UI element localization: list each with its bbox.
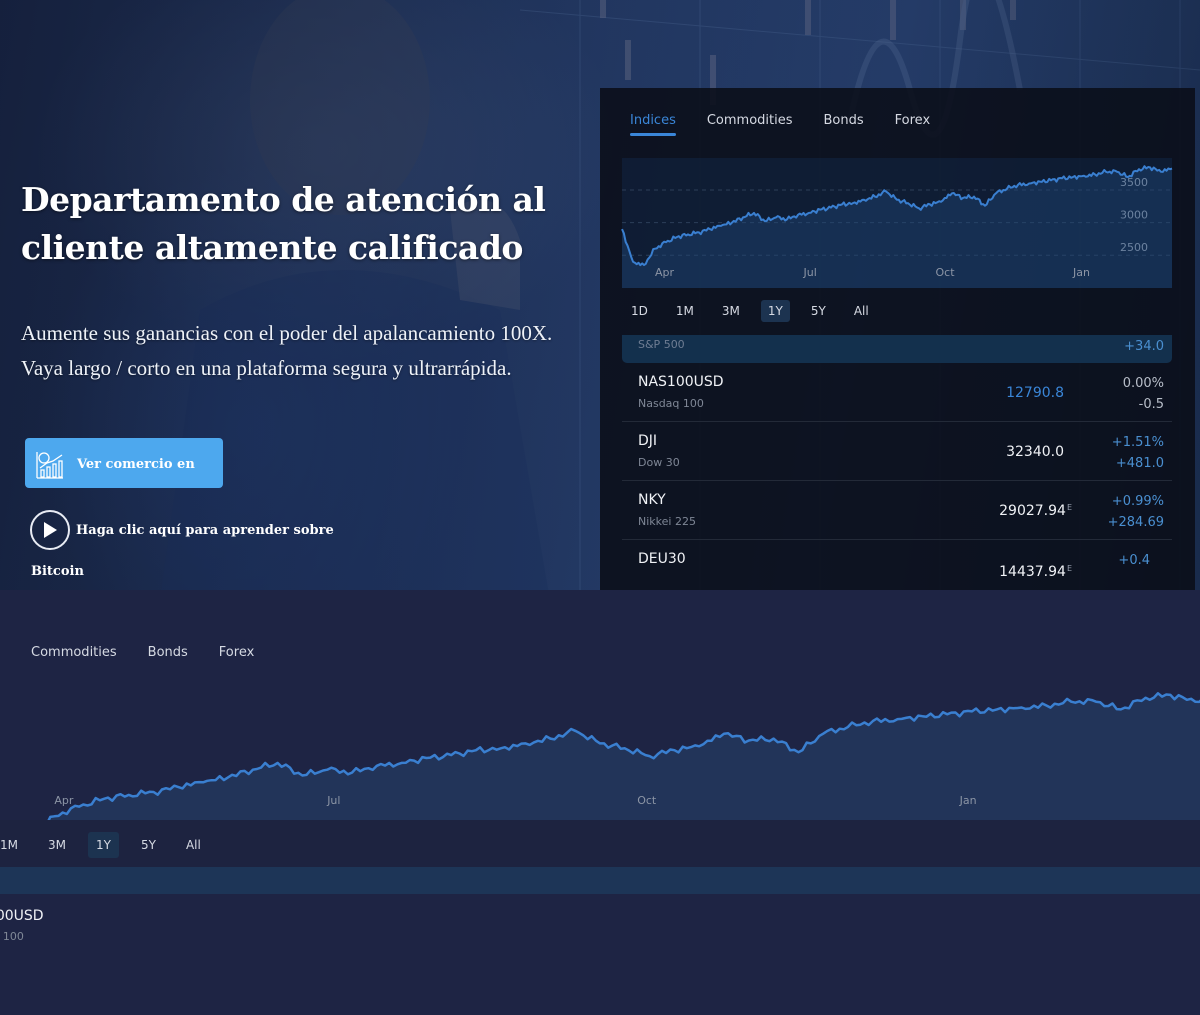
range-1d[interactable]: 1D bbox=[624, 300, 655, 322]
range-selector: 1M 3M 1Y 5Y All bbox=[0, 832, 223, 858]
range-3m[interactable]: 3M bbox=[715, 300, 747, 322]
symbol-name: Nasdaq 100 bbox=[0, 930, 24, 943]
range-5y[interactable]: 5Y bbox=[804, 300, 833, 322]
symbol-row-selected[interactable] bbox=[0, 867, 1200, 894]
range-1m[interactable]: 1M bbox=[669, 300, 701, 322]
tab-commodities[interactable]: Commodities bbox=[31, 645, 117, 660]
symbol-price: 12790.8 bbox=[1006, 385, 1064, 401]
x-tick-label: Apr bbox=[54, 794, 74, 807]
symbol-ticker: NAS100USD bbox=[638, 374, 724, 390]
symbol-name: S&P 500 bbox=[638, 338, 685, 351]
symbol-row-selected[interactable]: S&P 500 +34.0 bbox=[622, 335, 1172, 363]
symbol-change: +481.0 bbox=[1115, 456, 1164, 471]
symbol-price: 29027.94E bbox=[999, 503, 1072, 519]
x-tick-label: Oct bbox=[936, 266, 956, 279]
x-tick-label: Oct bbox=[637, 794, 657, 807]
x-tick-label: Jul bbox=[326, 794, 340, 807]
range-5y[interactable]: 5Y bbox=[133, 832, 164, 858]
x-tick-label: Jul bbox=[803, 266, 817, 279]
tab-forex[interactable]: Forex bbox=[219, 645, 255, 660]
hero-section: Departamento de atención al cliente alta… bbox=[0, 0, 1200, 590]
market-overview-widget: Indices Commodities Bonds Forex 25003000… bbox=[600, 88, 1195, 590]
tab-commodities[interactable]: Commodities bbox=[707, 113, 793, 128]
symbol-row[interactable]: DEU30 14437.94E +0.4 bbox=[622, 540, 1172, 590]
symbol-ticker: NKY bbox=[638, 492, 666, 508]
growth-chart-icon bbox=[36, 452, 63, 479]
hero-title: Departamento de atención al cliente alta… bbox=[21, 180, 546, 267]
symbol-ticker: NAS100USD bbox=[0, 908, 44, 924]
range-3m[interactable]: 3M bbox=[40, 832, 74, 858]
symbol-list: NAS100USD Nasdaq 100 bbox=[0, 867, 1200, 1015]
symbol-percent: +0.4 bbox=[1118, 553, 1150, 568]
symbol-ticker: DEU30 bbox=[638, 551, 686, 567]
play-icon bbox=[44, 522, 57, 538]
hero-subtitle: Aumente sus ganancias con el poder del a… bbox=[21, 321, 553, 380]
range-selector: 1D 1M 3M 1Y 5Y All bbox=[624, 300, 890, 322]
live-trading-button-label: Ver comercio en vivo bbox=[77, 457, 195, 488]
area-fill bbox=[0, 693, 1200, 841]
market-tabs: Indices Commodities Bonds Forex bbox=[0, 645, 285, 660]
chart-svg: Apr Jul Oct Jan bbox=[0, 692, 1200, 843]
learn-bitcoin-sublabel: Bitcoin bbox=[31, 564, 84, 579]
learn-bitcoin-video-link[interactable]: Haga clic aquí para aprender sobre bbox=[30, 510, 334, 550]
symbol-row[interactable]: NKY Nikkei 225 29027.94E +0.99% +284.69 bbox=[622, 481, 1172, 540]
tab-bonds[interactable]: Bonds bbox=[824, 113, 864, 128]
price-suffix: E bbox=[1066, 564, 1072, 573]
range-1m[interactable]: 1M bbox=[0, 832, 26, 858]
live-trading-button[interactable]: Ver comercio en vivo bbox=[25, 438, 223, 488]
range-1y[interactable]: 1Y bbox=[760, 300, 790, 322]
symbol-percent: +1.51% bbox=[1111, 435, 1164, 450]
range-all[interactable]: All bbox=[847, 300, 876, 322]
symbol-list: S&P 500 +34.0 NAS100USD Nasdaq 100 12790… bbox=[622, 335, 1172, 590]
symbol-name: Nikkei 225 bbox=[638, 515, 696, 528]
symbol-change: +34.0 bbox=[1124, 339, 1164, 354]
symbol-percent: +0.99% bbox=[1111, 494, 1164, 509]
symbol-name: Nasdaq 100 bbox=[638, 397, 704, 410]
learn-bitcoin-label: Haga clic aquí para aprender sobre bbox=[76, 522, 334, 538]
price-suffix: E bbox=[1066, 503, 1072, 512]
chart-svg: 250030003500AprJulOctJan bbox=[621, 165, 1173, 288]
market-overview-widget-large: Indices Commodities Bonds Forex Apr Jul Oc… bbox=[0, 590, 1200, 1015]
tab-forex[interactable]: Forex bbox=[895, 113, 931, 128]
market-tabs: Indices Commodities Bonds Forex bbox=[630, 113, 961, 136]
symbol-name: Dow 30 bbox=[638, 456, 680, 469]
symbol-row[interactable]: DJI Dow 30 32340.0 +1.51% +481.0 bbox=[622, 422, 1172, 481]
symbol-change: -0.5 bbox=[1138, 397, 1164, 412]
tab-bonds[interactable]: Bonds bbox=[148, 645, 188, 660]
symbol-percent: 0.00% bbox=[1122, 376, 1164, 391]
tab-indices[interactable]: Indices bbox=[630, 113, 676, 136]
range-all[interactable]: All bbox=[178, 832, 209, 858]
index-chart-large[interactable]: Apr Jul Oct Jan bbox=[0, 670, 1200, 843]
symbol-row[interactable]: NAS100USD Nasdaq 100 12790.8 0.00% -0.5 bbox=[622, 363, 1172, 422]
range-1y[interactable]: 1Y bbox=[88, 832, 119, 858]
symbol-change: +284.69 bbox=[1107, 515, 1164, 530]
index-chart[interactable]: 250030003500AprJulOctJan bbox=[621, 158, 1173, 288]
symbol-ticker: DJI bbox=[638, 433, 658, 449]
x-tick-label: Jan bbox=[959, 794, 977, 807]
play-button[interactable] bbox=[30, 510, 70, 550]
x-tick-label: Jan bbox=[1072, 266, 1090, 279]
symbol-price: 14437.94E bbox=[999, 564, 1072, 580]
x-tick-label: Apr bbox=[655, 266, 675, 279]
symbol-price: 32340.0 bbox=[1006, 444, 1064, 460]
symbol-row[interactable]: NAS100USD Nasdaq 100 bbox=[0, 894, 1200, 964]
